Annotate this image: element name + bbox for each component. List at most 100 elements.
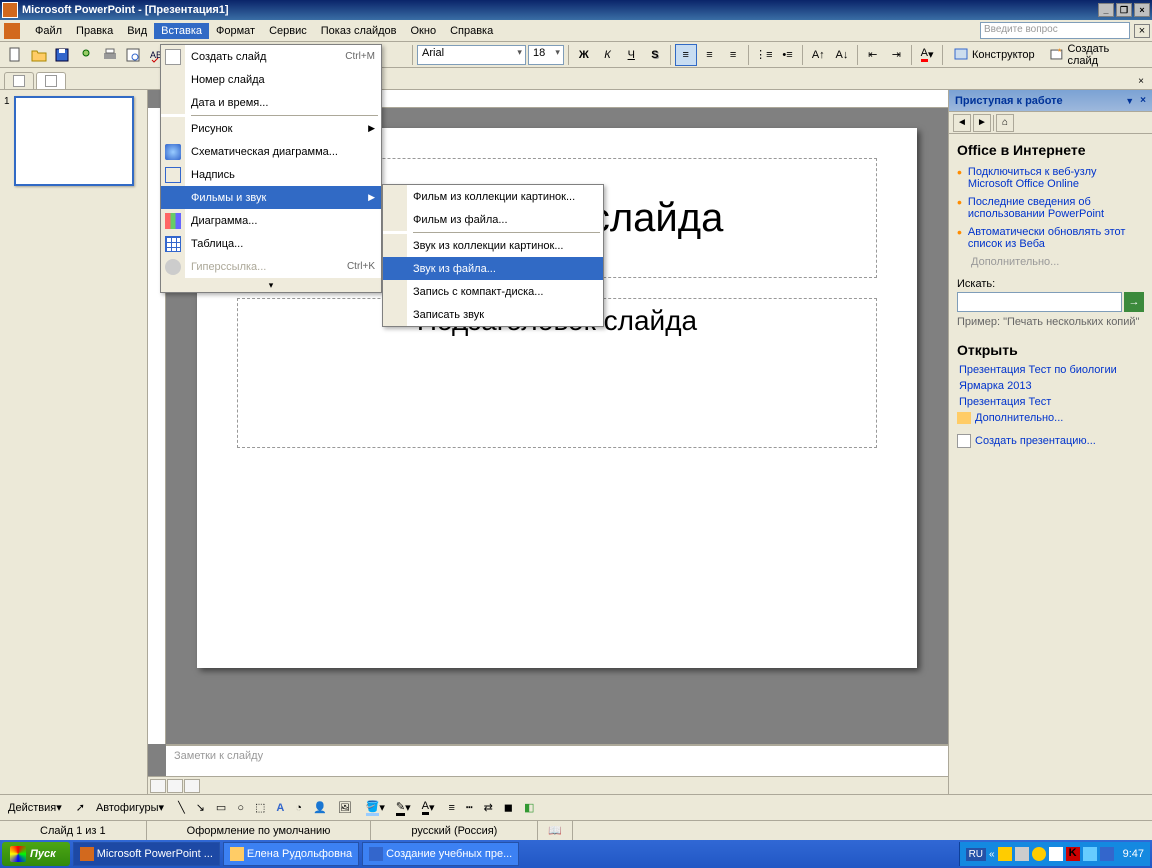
nav-forward-button[interactable]: ► [973,114,991,132]
menu-file[interactable]: Файл [28,23,69,39]
menu-slideshow[interactable]: Показ слайдов [314,23,404,39]
panel-close-button[interactable]: × [1134,74,1148,89]
menu-view[interactable]: Вид [120,23,154,39]
submenu-sound-file[interactable]: Звук из файла... [383,257,603,280]
menu-format[interactable]: Формат [209,23,262,39]
submenu-movie-file[interactable]: Фильм из файла... [383,208,603,231]
nav-back-button[interactable]: ◄ [953,114,971,132]
font-name-combo[interactable]: Arial [417,45,526,65]
clipart-tool[interactable]: 👤 [309,797,331,819]
submenu-movie-clipart[interactable]: Фильм из коллекции картинок... [383,185,603,208]
actions-menu[interactable]: Действия ▾ [4,797,66,819]
permission-button[interactable] [75,44,97,66]
italic-button[interactable]: К [597,44,619,66]
close-document-button[interactable]: × [1134,24,1150,38]
slideshow-view-button[interactable] [184,779,200,793]
start-button[interactable]: Пуск [2,842,70,866]
tray-icon-7[interactable] [1100,847,1114,861]
line-style-tool[interactable]: ≡ [445,797,459,819]
print-button[interactable] [99,44,121,66]
slides-tab[interactable] [36,72,66,89]
textbox-tool[interactable]: ⬚ [251,797,269,819]
menu-diagram[interactable]: Схематическая диаграмма... [161,140,381,163]
font-size-combo[interactable]: 18 [528,45,564,65]
select-tool[interactable]: ➚ [72,797,89,819]
increase-font-button[interactable]: A↑ [807,44,829,66]
recent-file-2[interactable]: Ярмарка 2013 [957,380,1144,392]
submenu-sound-clipart[interactable]: Звук из коллекции картинок... [383,234,603,257]
search-go-button[interactable]: → [1124,292,1144,312]
designer-button[interactable]: Конструктор [947,44,1041,66]
dash-style-tool[interactable]: ┅ [462,797,477,819]
tray-icon-6[interactable] [1083,847,1097,861]
bullets-button[interactable]: •≡ [777,44,799,66]
submenu-cd-audio[interactable]: Запись с компакт-диска... [383,280,603,303]
normal-view-button[interactable] [150,779,166,793]
font-color-button[interactable]: A▾ [916,44,938,66]
font-color-tool[interactable]: A▾ [418,797,439,819]
tray-icon-2[interactable] [1015,847,1029,861]
bold-button[interactable]: Ж [573,44,595,66]
menu-movies-sound[interactable]: Фильмы и звук▶ [161,186,381,209]
menu-help[interactable]: Справка [443,23,500,39]
increase-indent-button[interactable]: ⇥ [886,44,908,66]
open-button[interactable] [28,44,50,66]
task-pane-dropdown[interactable]: ▼ [1125,96,1134,106]
rectangle-tool[interactable]: ▭ [212,797,230,819]
notes-pane[interactable]: Заметки к слайду [166,744,948,776]
task-pane-close[interactable]: × [1140,95,1146,106]
recent-file-1[interactable]: Презентация Тест по биологии [957,364,1144,376]
shadow-button[interactable]: S [644,44,666,66]
search-input[interactable] [957,292,1122,312]
autoshapes-menu[interactable]: Автофигуры ▾ [92,797,168,819]
3d-tool[interactable]: ◧ [520,797,538,819]
decrease-font-button[interactable]: A↓ [831,44,853,66]
recent-file-3[interactable]: Презентация Тест [957,396,1144,408]
decrease-indent-button[interactable]: ⇤ [862,44,884,66]
tp-more-link[interactable]: Дополнительно... [971,256,1144,268]
line-tool[interactable]: ╲ [174,797,189,819]
menu-date-time[interactable]: Дата и время... [161,91,381,114]
tp-link-connect[interactable]: Подключиться к веб-узлу Microsoft Office… [957,166,1144,190]
status-spellcheck-icon[interactable]: 📖 [538,821,573,840]
tp-link-auto-update[interactable]: Автоматически обновлять этот список из В… [957,226,1144,250]
tray-icon-1[interactable] [998,847,1012,861]
open-more-link[interactable]: Дополнительно... [957,412,1144,424]
menu-picture[interactable]: Рисунок▶ [161,117,381,140]
shadow-tool[interactable]: ◼ [500,797,517,819]
align-center-button[interactable]: ≡ [699,44,721,66]
tray-chevron[interactable]: « [989,849,995,860]
align-left-button[interactable]: ≡ [675,44,697,66]
fill-color-tool[interactable]: 🪣▾ [362,797,389,819]
menu-chart[interactable]: Диаграмма... [161,209,381,232]
align-right-button[interactable]: ≡ [722,44,744,66]
tray-icon-3[interactable] [1032,847,1046,861]
close-button[interactable]: × [1134,3,1150,17]
taskbar-folder[interactable]: Елена Рудольфовна [223,842,359,866]
menu-table[interactable]: Таблица... [161,232,381,255]
picture-tool[interactable]: 🖼 [334,797,356,819]
preview-button[interactable] [123,44,145,66]
new-slide-button[interactable]: * Создать слайд [1043,44,1148,66]
menu-window[interactable]: Окно [404,23,444,39]
restore-button[interactable]: ❐ [1116,3,1132,17]
tp-link-news[interactable]: Последние сведения об использовании Powe… [957,196,1144,220]
menu-new-slide[interactable]: Создать слайд Ctrl+M [161,45,381,68]
taskbar-word[interactable]: Создание учебных пре... [362,842,519,866]
new-button[interactable] [4,44,26,66]
tray-icon-5[interactable]: K [1066,847,1080,861]
submenu-record-sound[interactable]: Записать звук [383,303,603,326]
wordart-tool[interactable]: A [272,797,288,819]
slide-thumbnail-1[interactable] [14,96,134,186]
menu-expand-chevron[interactable]: ▾ [161,278,381,292]
taskbar-powerpoint[interactable]: Microsoft PowerPoint ... [73,842,220,866]
help-question-input[interactable]: Введите вопрос [980,22,1130,39]
menu-tools[interactable]: Сервис [262,23,314,39]
line-color-tool[interactable]: ✎▾ [392,797,415,819]
language-indicator[interactable]: RU [966,848,986,861]
diagram-tool[interactable]: ◔ [291,797,306,819]
menu-edit[interactable]: Правка [69,23,120,39]
arrow-tool[interactable]: ↘ [192,797,209,819]
create-presentation-link[interactable]: Создать презентацию... [957,434,1144,448]
tray-icon-4[interactable] [1049,847,1063,861]
